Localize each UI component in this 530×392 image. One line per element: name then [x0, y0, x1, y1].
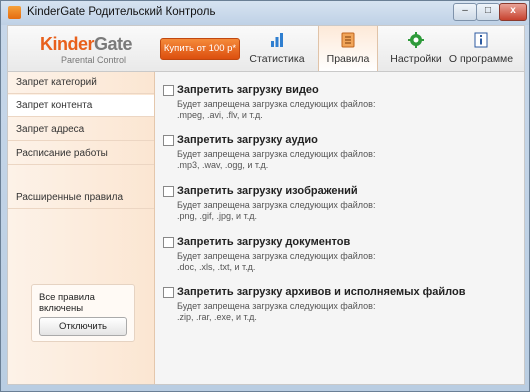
audio-checkbox[interactable] — [163, 135, 174, 146]
kindergate-app-icon — [8, 6, 21, 19]
archives-checkbox[interactable] — [163, 287, 174, 298]
title-bar[interactable]: KinderGate Родительский Контроль – □ x — [1, 1, 529, 25]
sidebar: Запрет категорий Запрет контента Запрет … — [8, 72, 155, 384]
disable-button[interactable]: Отключить — [39, 317, 127, 336]
rule-title[interactable]: Запретить загрузку аудио — [177, 134, 318, 146]
rule-extensions: .doc, .xls, .txt, и т.д. — [177, 262, 256, 272]
documents-checkbox[interactable] — [163, 237, 174, 248]
minimize-button[interactable]: – — [453, 3, 477, 21]
rule-title[interactable]: Запретить загрузку документов — [177, 236, 350, 248]
rule-extensions: .mpeg, .avi, .flv, и т.д. — [177, 110, 263, 120]
sidebar-item-address-block[interactable]: Запрет адреса — [8, 119, 154, 141]
maximize-button[interactable]: □ — [476, 3, 500, 21]
rules-status-text: Все правила включены — [39, 292, 95, 314]
rules-panel: Запретить загрузку видео Будет запрещена… — [155, 72, 524, 384]
rule-description: Будет запрещена загрузка следующих файло… — [177, 301, 376, 311]
settings-gear-icon — [408, 32, 424, 51]
app-window: KinderGate Родительский Контроль – □ x K… — [0, 0, 530, 392]
tab-rules[interactable]: Правила — [318, 26, 378, 72]
rule-description: Будет запрещена загрузка следующих файло… — [177, 149, 376, 159]
sidebar-item-category-block[interactable]: Запрет категорий — [8, 72, 154, 94]
sidebar-item-content-block[interactable]: Запрет контента — [8, 95, 154, 117]
sidebar-item-advanced-rules[interactable]: Расширенные правила — [8, 187, 154, 209]
logo: KinderGate — [40, 34, 133, 54]
rule-description: Будет запрещена загрузка следующих файло… — [177, 99, 376, 109]
rule-title[interactable]: Запретить загрузку архивов и исполняемых… — [177, 286, 466, 298]
tab-statistics[interactable]: Статистика — [248, 26, 306, 72]
rule-extensions: .zip, .rar, .exe, и т.д. — [177, 312, 257, 322]
rule-description: Будет запрещена загрузка следующих файло… — [177, 200, 376, 210]
window-title: KinderGate Родительский Контроль — [27, 6, 216, 18]
header-toolbar: KinderGate Parental Control Купить от 10… — [7, 25, 525, 72]
images-checkbox[interactable] — [163, 186, 174, 197]
buy-button[interactable]: Купить от 100 р* — [160, 38, 240, 60]
rule-extensions: .png, .gif, .jpg, и т.д. — [177, 211, 257, 221]
rules-status-box: Все правила включены Отключить — [31, 284, 135, 342]
bar-chart-icon — [269, 32, 285, 51]
tab-about[interactable]: О программе — [448, 26, 514, 72]
rule-title[interactable]: Запретить загрузку изображений — [177, 185, 358, 197]
rules-document-icon — [340, 32, 356, 51]
info-icon — [473, 32, 489, 51]
content-area: Запрет категорий Запрет контента Запрет … — [7, 71, 525, 385]
logo-subtitle: Parental Control — [61, 55, 127, 65]
tab-settings[interactable]: Настройки — [388, 26, 444, 72]
rule-extensions: .mp3, .wav, .ogg, и т.д. — [177, 160, 269, 170]
sidebar-item-schedule[interactable]: Расписание работы — [8, 143, 154, 165]
rule-description: Будет запрещена загрузка следующих файло… — [177, 251, 376, 261]
video-checkbox[interactable] — [163, 85, 174, 96]
close-button[interactable]: x — [499, 3, 527, 21]
rule-title[interactable]: Запретить загрузку видео — [177, 84, 319, 96]
